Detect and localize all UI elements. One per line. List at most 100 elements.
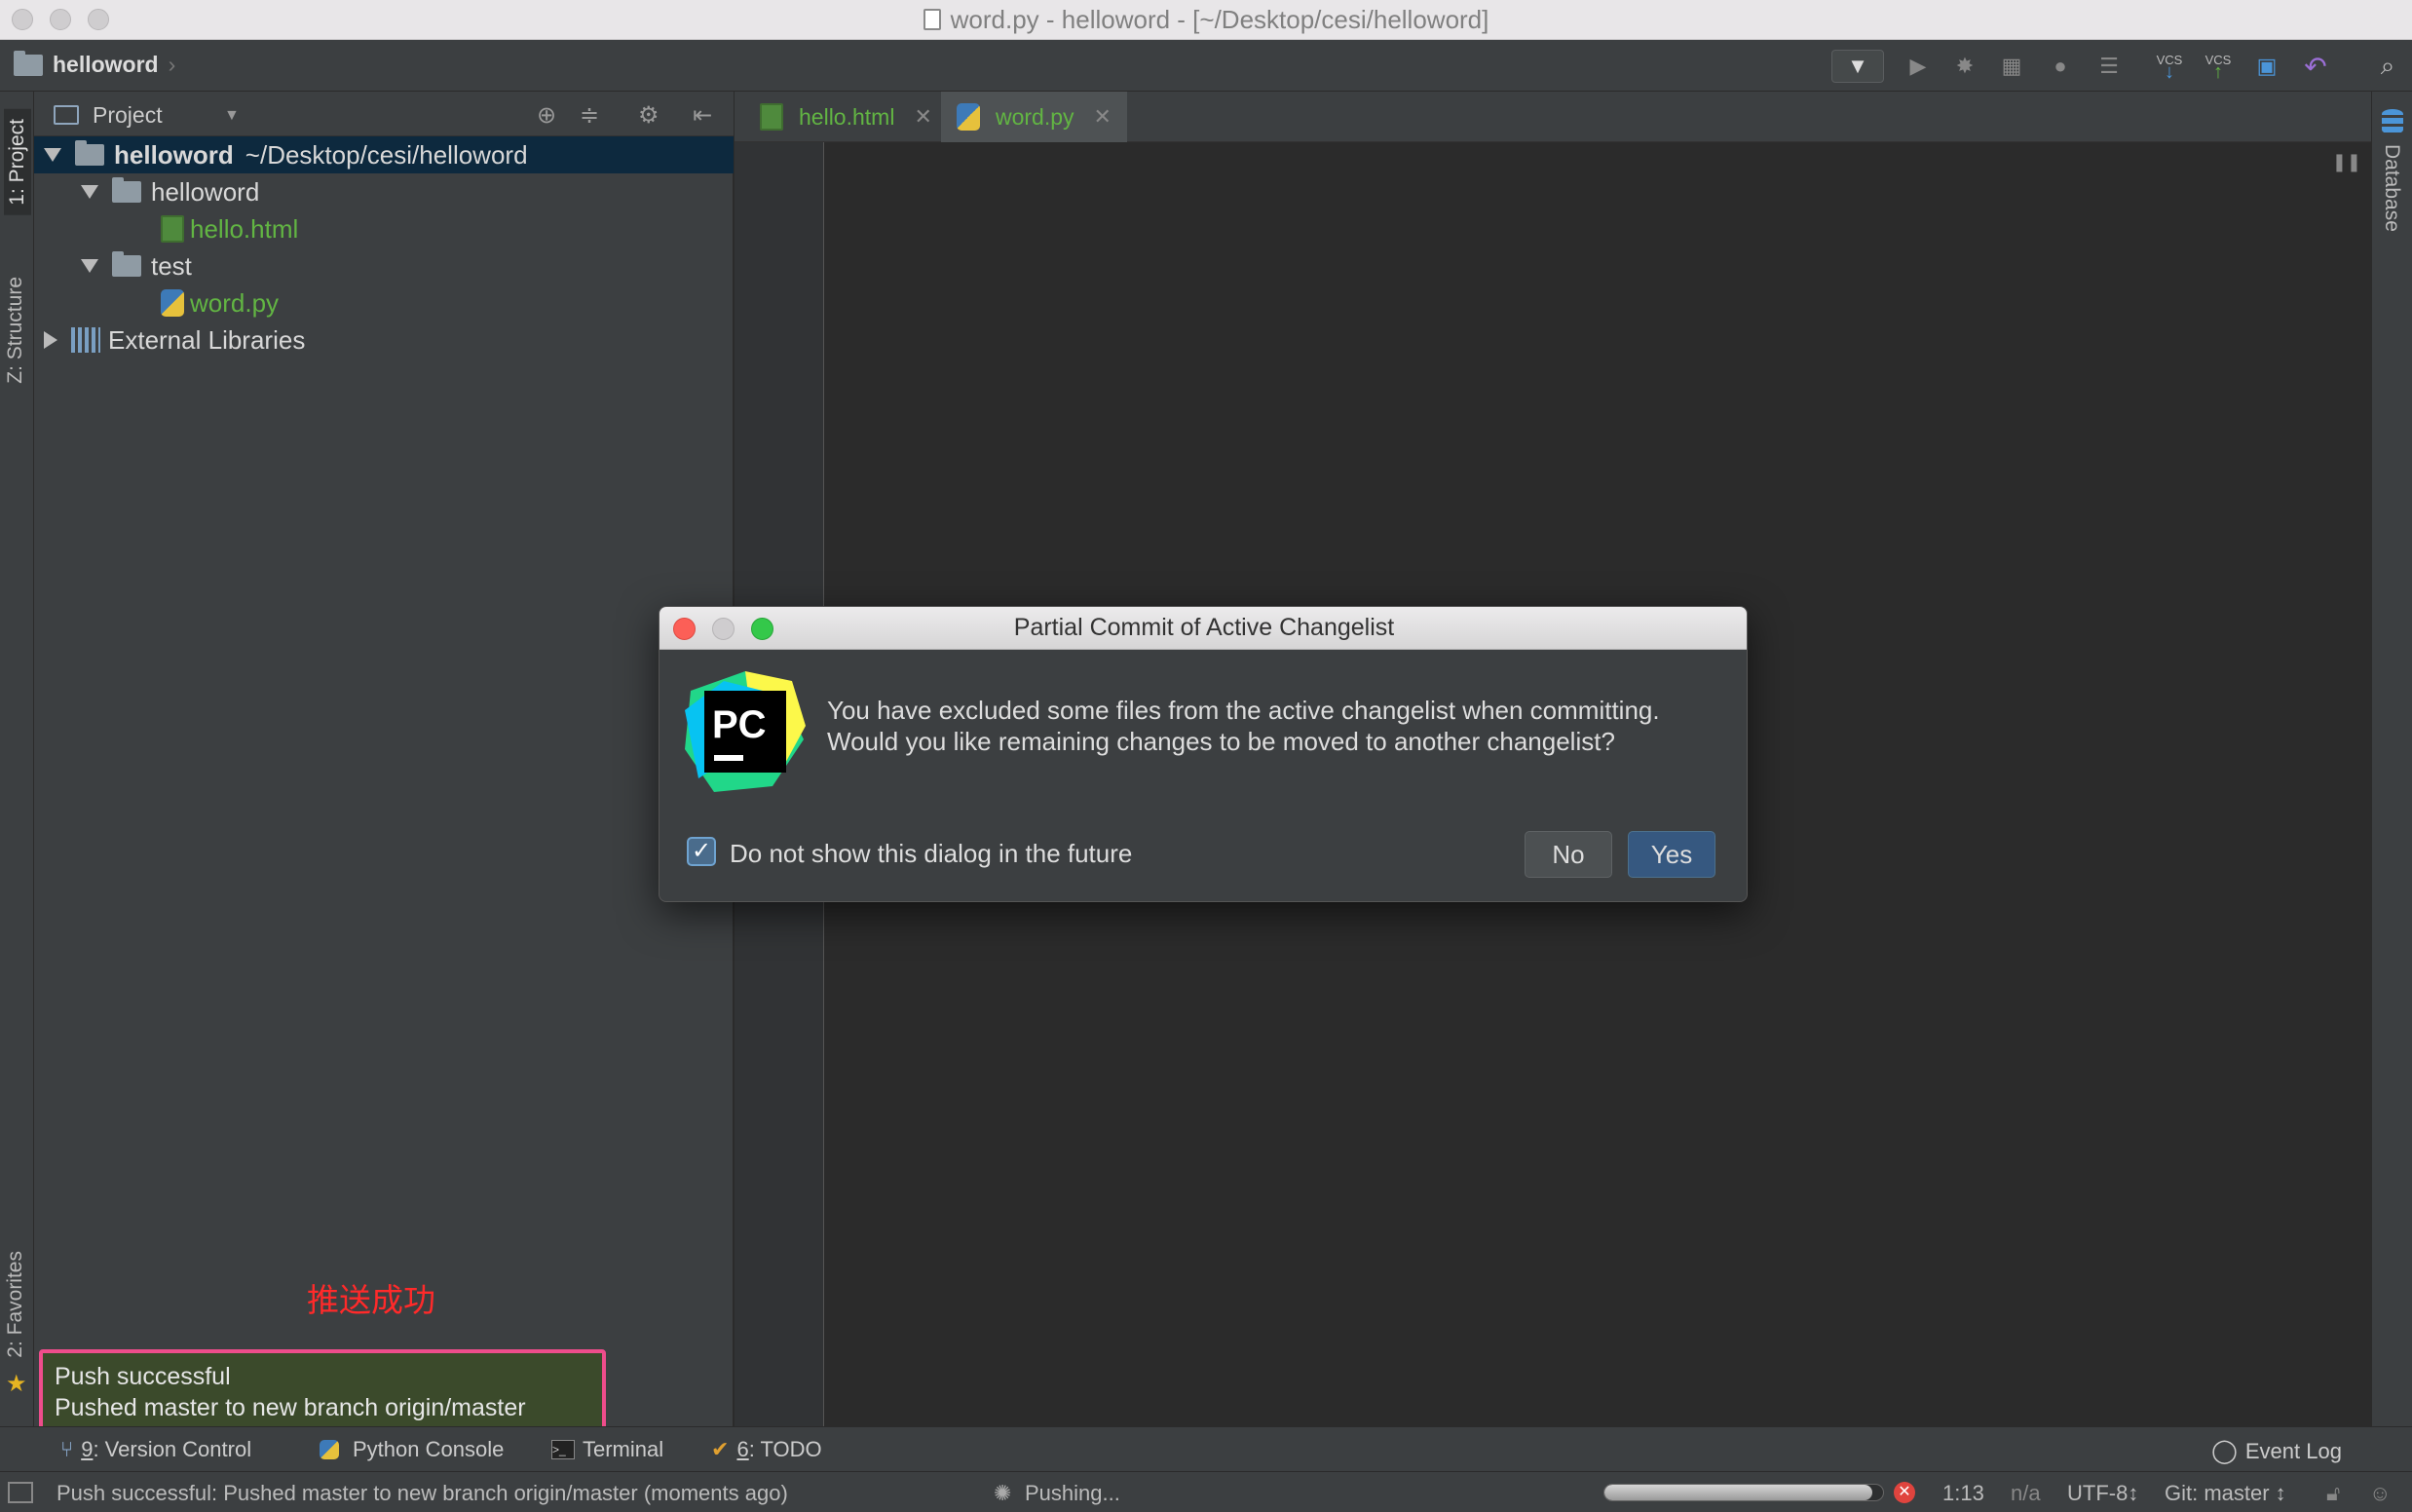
tab-hello-html[interactable]: hello.html ✕ [744,92,948,142]
editor-tab-bar: hello.html ✕ word.py ✕ [735,92,2371,142]
terminal-icon: >_ [551,1440,575,1459]
do-not-show-label[interactable]: Do not show this dialog in the future [730,839,1132,869]
maximize-window-button[interactable] [88,9,109,30]
background-task-label[interactable]: Pushing... [1025,1481,1120,1506]
tree-root[interactable]: helloword ~/Desktop/cesi/helloword [34,136,734,173]
tree-folder-helloword[interactable]: helloword [81,173,259,210]
caret-position[interactable]: 1:13 [1942,1481,1984,1506]
dialog-title-bar: Partial Commit of Active Changelist [660,607,1747,650]
dialog-minimize-button [712,618,735,640]
toggle-tool-windows-icon[interactable] [8,1482,33,1503]
todo-label: : TODO [748,1437,822,1461]
yes-button[interactable]: Yes [1628,831,1715,878]
event-log-tool-button[interactable]: ◯ Event Log [2211,1437,2342,1465]
folder-icon [75,140,104,166]
tab-database[interactable]: Database [2380,144,2403,232]
close-window-button[interactable] [12,9,33,30]
python-console-tool-button[interactable]: Python Console [320,1437,504,1462]
notification-body: Pushed master to new branch origin/maste… [55,1394,526,1421]
vcs-commit-button[interactable]: VCS ↑ [2202,50,2235,83]
tab-word-py[interactable]: word.py ✕ [941,92,1127,142]
no-button[interactable]: No [1525,831,1612,878]
tree-file-word-py[interactable]: word.py [161,284,279,321]
python-file-icon [161,289,184,317]
branch-icon: ⑂ [60,1437,74,1461]
progress-fill [1604,1485,1872,1500]
close-icon[interactable]: ✕ [1094,104,1112,130]
event-log-label: Event Log [2244,1438,2342,1463]
folder-icon [112,177,141,203]
breadcrumb[interactable]: helloword › [14,50,175,78]
push-notification-balloon[interactable]: Push successful Pushed master to new bra… [39,1349,606,1431]
tab-favorites[interactable]: 2: Favorites [4,1251,27,1358]
breadcrumb-project[interactable]: helloword [53,52,159,78]
html-file-icon [161,215,184,243]
line-separator[interactable]: n/a [2011,1481,2041,1506]
gear-icon[interactable]: ⚙ [638,101,660,130]
inspector-icon[interactable]: ☺︎ [2369,1481,2391,1506]
tab-label: word.py [996,103,1074,130]
collapse-all-icon[interactable]: ≑ [580,101,599,130]
lock-icon[interactable]: 🔓︎ [2326,1481,2340,1506]
run-config-dropdown[interactable]: ▼ [1831,50,1884,83]
expand-arrow-icon[interactable] [81,185,98,199]
project-panel-header: Project ▼ ⊕ ≑ ⚙ ⇤ [34,92,734,136]
progress-bar [1603,1484,1884,1501]
logo-text: PC [712,703,767,746]
do-not-show-checkbox[interactable]: ✓ [687,837,716,866]
tree-root-path: ~/Desktop/cesi/helloword [245,139,528,170]
close-icon[interactable]: ✕ [914,104,931,130]
expand-arrow-icon[interactable] [81,259,98,273]
project-view-selector[interactable]: Project [93,102,163,129]
hide-panel-icon[interactable]: ⇤ [693,101,712,130]
git-branch[interactable]: Git: master ↕ [2165,1481,2286,1506]
tree-folder-test[interactable]: test [81,247,192,284]
partial-commit-dialog: Partial Commit of Active Changelist PC Y… [659,606,1748,902]
todo-num: 6 [736,1437,749,1461]
cancel-task-icon[interactable]: ✕ [1894,1482,1915,1503]
collapsed-arrow-icon[interactable] [44,331,57,349]
annotation-text: 推送成功 [307,1282,435,1318]
status-message[interactable]: Push successful: Pushed master to new br… [57,1481,788,1506]
tree-file-hello-html[interactable]: hello.html [161,210,298,247]
tree-root-name: helloword [114,139,234,170]
html-file-icon [760,103,783,131]
navigation-bar: helloword › ▼ ▶ ✸ ▦ ● ☰ VCS ↓ VCS ↑ ▣ ↶ … [0,40,2412,92]
folder-icon [14,50,43,76]
terminal-tool-button[interactable]: >_ Terminal [551,1437,663,1462]
tree-external-libraries[interactable]: External Libraries [44,321,305,359]
tool-window-bar: ⑂ 9: Version Control Python Console >_ T… [0,1426,2412,1471]
vcs-history-icon[interactable]: ▣ [2250,50,2283,83]
inspection-status-icon[interactable]: ❚❚ [2332,152,2361,172]
tab-project[interactable]: 1: Project [4,109,31,215]
stop-icon[interactable]: ● [2044,50,2077,83]
file-encoding[interactable]: UTF-8↕ [2067,1481,2138,1506]
window-title-bar: word.py - helloword - [~/Desktop/cesi/he… [0,0,2412,40]
dialog-close-button[interactable] [673,618,696,640]
project-panel: Project ▼ ⊕ ≑ ⚙ ⇤ helloword ~/Desktop/ce… [34,92,734,1426]
coverage-icon[interactable]: ▦ [1995,50,2028,83]
search-icon[interactable]: ⌕ [2371,50,2404,83]
right-tool-strip: Database [2371,92,2412,1426]
tab-structure[interactable]: Z: Structure [4,277,27,384]
chevron-down-icon[interactable]: ▼ [224,107,240,125]
locate-icon[interactable]: ⊕ [537,101,556,130]
minimize-window-button[interactable] [50,9,71,30]
spinner-icon: ✺ [994,1481,1012,1505]
version-control-tool-button[interactable]: ⑂ 9: Version Control [60,1437,251,1462]
expand-arrow-icon[interactable] [44,148,61,162]
debug-icon[interactable]: ✸ [1948,50,1981,83]
tree-item-label: hello.html [190,213,299,244]
revert-icon[interactable]: ↶ [2299,50,2332,83]
run-icon[interactable]: ▶ [1902,50,1935,83]
arrow-up-icon: ↑ [2213,61,2223,83]
dialog-message: You have excluded some files from the ac… [827,695,1660,757]
vcs-update-button[interactable]: VCS ↓ [2153,50,2186,83]
dialog-zoom-button[interactable] [751,618,773,640]
tab-label: hello.html [799,103,895,130]
build-icon[interactable]: ☰ [2092,50,2126,83]
python-icon [320,1440,339,1459]
todo-tool-button[interactable]: ✔ 6: TODO [711,1437,822,1462]
terminal-label: Terminal [583,1437,664,1461]
python-file-icon [957,103,980,131]
